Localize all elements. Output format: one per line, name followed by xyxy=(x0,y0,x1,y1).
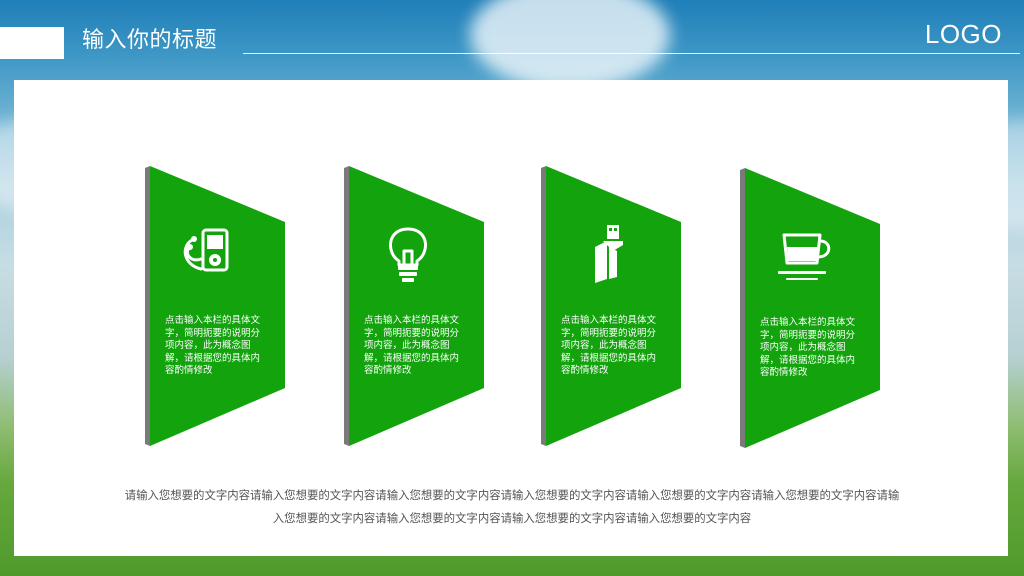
background-cloud xyxy=(470,0,670,90)
card-shape xyxy=(145,166,285,446)
feature-card[interactable]: 点击输入本栏的具体文字，简明扼要的说明分项内容，此为概念图解，请根据您的具体内容… xyxy=(344,166,484,446)
feature-card[interactable]: 点击输入本栏的具体文字，简明扼要的说明分项内容，此为概念图解，请根据您的具体内容… xyxy=(145,166,285,446)
card-shape xyxy=(541,166,681,446)
usb-drive-icon xyxy=(595,225,623,283)
card-description: 点击输入本栏的具体文字，简明扼要的说明分项内容，此为概念图解，请根据您的具体内容… xyxy=(561,315,657,377)
card-description: 点击输入本栏的具体文字，简明扼要的说明分项内容，此为概念图解，请根据您的具体内容… xyxy=(165,315,261,377)
card-description: 点击输入本栏的具体文字，简明扼要的说明分项内容，此为概念图解，请根据您的具体内容… xyxy=(364,315,460,377)
card-shape xyxy=(344,166,484,446)
coffee-cup-icon xyxy=(778,233,831,280)
slide-background: 输入你的标题 LOGO 点击输入本栏的具体文字，简明扼要的说明分项内容，此为概念… xyxy=(0,0,1024,576)
header-divider xyxy=(243,53,1020,54)
card-description: 点击输入本栏的具体文字，简明扼要的说明分项内容，此为概念图解，请根据您的具体内容… xyxy=(760,317,856,379)
card-shape xyxy=(740,168,880,448)
music-player-icon xyxy=(183,228,229,272)
header-accent-bar xyxy=(0,27,64,59)
logo[interactable]: LOGO xyxy=(925,18,1002,50)
light-bulb-icon xyxy=(389,227,427,282)
feature-card[interactable]: 点击输入本栏的具体文字，简明扼要的说明分项内容，此为概念图解，请根据您的具体内容… xyxy=(541,166,681,446)
body-text[interactable]: 请输入您想要的文字内容请输入您想要的文字内容请输入您想要的文字内容请输入您想要的… xyxy=(120,484,904,530)
page-title[interactable]: 输入你的标题 xyxy=(82,25,217,57)
feature-card[interactable]: 点击输入本栏的具体文字，简明扼要的说明分项内容，此为概念图解，请根据您的具体内容… xyxy=(740,168,880,448)
